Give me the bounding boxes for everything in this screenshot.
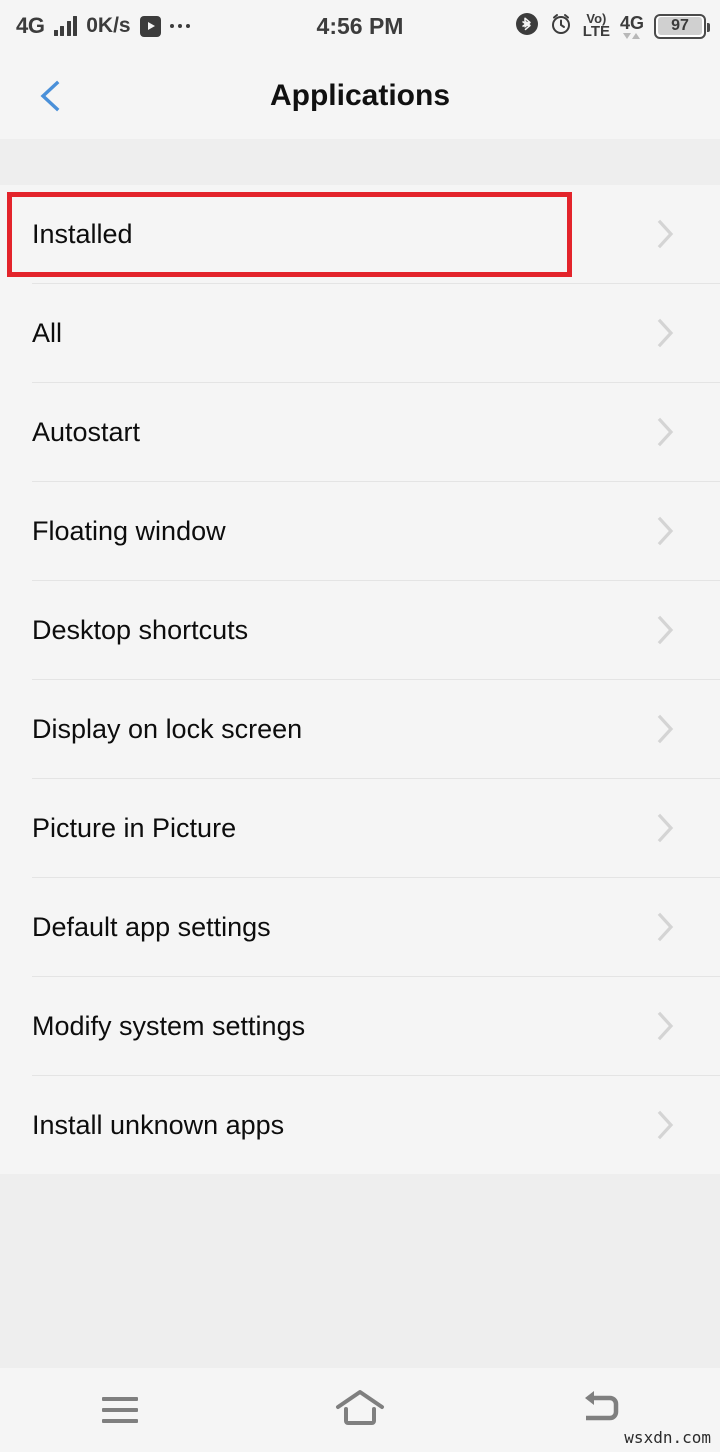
volte-indicator: Vo) LTE: [582, 12, 610, 41]
list-item-label: All: [32, 317, 63, 348]
header-spacer: [0, 139, 720, 185]
play-icon: [139, 15, 161, 37]
applications-list: Installed All Autostart Floating window Desk…: [0, 185, 720, 1174]
nav-home-button[interactable]: [300, 1368, 420, 1452]
chevron-right-icon: [654, 912, 676, 942]
chevron-right-icon: [654, 417, 676, 447]
chevron-right-icon: [654, 1011, 676, 1041]
list-item[interactable]: Install unknown apps: [0, 1076, 720, 1174]
list-item-label: Floating window: [32, 515, 226, 546]
list-item[interactable]: Floating window: [0, 482, 720, 580]
chevron-right-icon: [654, 516, 676, 546]
list-item[interactable]: Display on lock screen: [0, 680, 720, 778]
list-item-label: Desktop shortcuts: [32, 614, 249, 645]
list-item-label: Display on lock screen: [32, 713, 303, 744]
chevron-right-icon: [654, 1110, 676, 1140]
list-item-label: Default app settings: [32, 911, 271, 942]
network-type-label: 4G: [16, 13, 45, 38]
volte-line2: LTE: [582, 23, 610, 41]
list-item[interactable]: Autostart: [0, 383, 720, 481]
status-bar-right: Vo) LTE 4G 97: [515, 0, 710, 52]
status-bar: 4G 0K/s 4:56 PM Vo) LTE 4G 97: [0, 0, 720, 52]
clock-label: 4:56 PM: [316, 12, 404, 39]
chevron-right-icon: [654, 714, 676, 744]
list-item-label: Modify system settings: [32, 1010, 306, 1041]
list-item-label: Install unknown apps: [32, 1109, 285, 1140]
page-title: Applications: [269, 78, 450, 112]
bottom-gap: [0, 1174, 720, 1368]
list-item[interactable]: Modify system settings: [0, 977, 720, 1075]
menu-hamburger-icon: [102, 1397, 138, 1423]
home-icon: [334, 1387, 386, 1434]
watermark-label: wsxdn.com: [624, 1428, 711, 1447]
chevron-right-icon: [654, 615, 676, 645]
list-item[interactable]: Picture in Picture: [0, 779, 720, 877]
back-chevron-icon[interactable]: [33, 79, 67, 113]
data-speed-label: 0K/s: [86, 14, 131, 37]
status-bar-left: 4G 0K/s: [16, 13, 191, 39]
chevron-right-icon: [654, 813, 676, 843]
list-item[interactable]: Installed: [0, 185, 720, 283]
back-arrow-icon: [576, 1387, 624, 1434]
list-item[interactable]: Default app settings: [0, 878, 720, 976]
system-nav-bar: wsxdn.com: [0, 1368, 720, 1452]
battery-indicator: 97: [654, 13, 710, 39]
nav-menu-button[interactable]: [60, 1368, 180, 1452]
mobile-data-indicator: 4G: [620, 14, 644, 39]
chevron-right-icon: [654, 219, 676, 249]
list-item-label: Autostart: [32, 416, 141, 447]
app-header: Applications: [0, 52, 720, 139]
bluetooth-icon: [515, 12, 539, 41]
chevron-right-icon: [654, 318, 676, 348]
more-dots-icon: [169, 23, 191, 29]
list-item-label: Installed: [32, 218, 133, 249]
battery-percent-label: 97: [671, 17, 689, 34]
data-transfer-arrows-icon: [623, 32, 641, 39]
list-item[interactable]: All: [0, 284, 720, 382]
alarm-clock-icon: [549, 12, 573, 41]
list-item-label: Picture in Picture: [32, 812, 237, 843]
list-item[interactable]: Desktop shortcuts: [0, 581, 720, 679]
signal-bars-icon: [53, 16, 78, 36]
mobile-data-label: 4G: [619, 12, 644, 33]
